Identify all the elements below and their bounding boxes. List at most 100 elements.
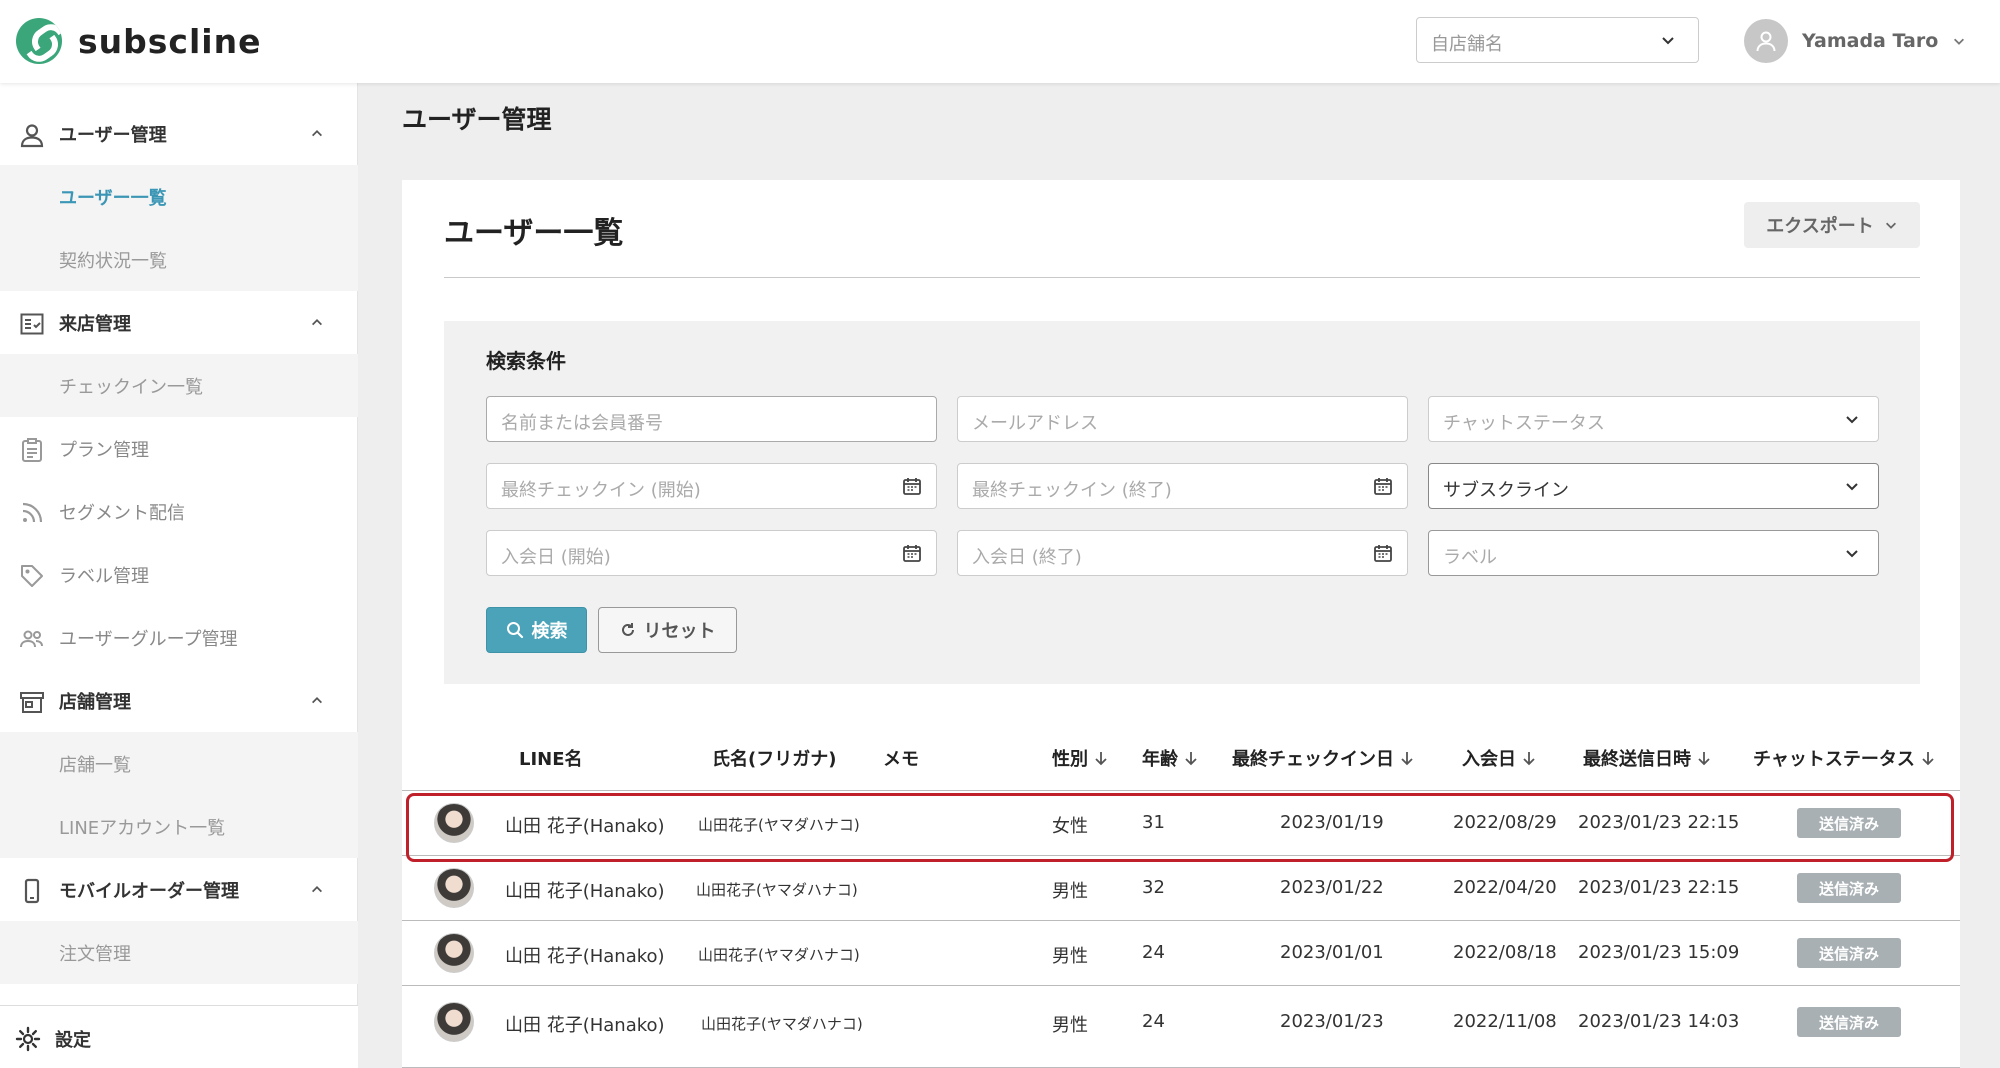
sidebar-item-user-group-management[interactable]: ユーザーグループ管理 (0, 606, 358, 669)
group-icon (20, 630, 43, 648)
sidebar-item-segment-delivery[interactable]: セグメント配信 (0, 480, 358, 543)
user-avatar (434, 933, 474, 973)
column-header-label: 最終チェックイン日 (1232, 749, 1394, 770)
cell-age: 24 (1142, 942, 1165, 963)
calendar-icon[interactable] (1373, 543, 1393, 563)
sidebar-section-visit-management[interactable]: 来店管理 (0, 291, 358, 354)
column-header-chat-status[interactable]: チャットステータス (1753, 745, 1935, 771)
cell-last-checkin: 2023/01/01 (1280, 942, 1384, 963)
cell-line-name: 山田 花子(Hanako) (505, 946, 665, 967)
sidebar-section-mobile-order[interactable]: モバイルオーダー管理 (0, 858, 358, 921)
search-button[interactable]: 検索 (486, 607, 587, 653)
chevron-up-icon (312, 130, 322, 137)
user-list-card: ユーザー一覧 エクスポート 検索条件 名前または会員番号 メールアドレス チャッ… (402, 180, 1960, 1068)
table-row[interactable]: 山田 花子(Hanako) 山田花子(ヤマダハナコ) 男性 24 2023/01… (402, 921, 1960, 986)
column-header-full-name: 氏名(フリガナ) (712, 745, 836, 771)
sidebar-item-user-list[interactable]: ユーザー一覧 (0, 165, 358, 228)
status-badge: 送信済み (1797, 938, 1901, 968)
store-select-placeholder: 自店舗名 (1431, 34, 1503, 55)
join-date-start-input[interactable]: 入会日 (開始) (486, 530, 937, 576)
table-row[interactable]: 山田 花子(Hanako) 山田花子(ヤマダハナコ) 男性 32 2023/01… (402, 856, 1960, 921)
chevron-down-icon (1846, 416, 1858, 424)
column-header-last-checkin[interactable]: 最終チェックイン日 (1232, 745, 1414, 771)
chevron-up-icon (312, 319, 322, 326)
column-header-label: メモ (883, 749, 919, 770)
sidebar-section-store-management[interactable]: 店舗管理 (0, 669, 358, 732)
sidebar-item-label: 契約状況一覧 (59, 250, 167, 272)
sidebar-item-order-management[interactable]: 注文管理 (0, 921, 358, 984)
status-badge: 送信済み (1797, 808, 1901, 838)
card-title: ユーザー一覧 (444, 216, 624, 251)
column-header-join-date[interactable]: 入会日 (1462, 745, 1536, 771)
calendar-icon[interactable] (902, 543, 922, 563)
cell-join-date: 2022/08/18 (1453, 942, 1557, 963)
cell-full-name: 山田花子(ヤマダハナコ) (698, 816, 860, 834)
chevron-up-icon (312, 886, 322, 893)
sort-arrow-down-icon (1698, 752, 1710, 766)
sidebar-section-label: 店舗管理 (59, 691, 131, 713)
sidebar-item-settings[interactable]: 設定 (0, 1005, 358, 1068)
last-checkin-end-input[interactable]: 最終チェックイン (終了) (957, 463, 1408, 509)
sidebar-item-label-management[interactable]: ラベル管理 (0, 543, 358, 606)
email-input[interactable]: メールアドレス (957, 396, 1408, 442)
cell-full-name: 山田花子(ヤマダハナコ) (696, 881, 858, 899)
chat-status-select[interactable]: チャットステータス (1428, 396, 1879, 442)
cell-gender: 男性 (1052, 946, 1088, 967)
sidebar-section-user-management[interactable]: ユーザー管理 (0, 102, 358, 165)
input-placeholder: 入会日 (終了) (972, 547, 1082, 568)
store-icon (20, 692, 44, 713)
export-button[interactable]: エクスポート (1744, 202, 1920, 248)
chevron-up-icon (312, 697, 322, 704)
user-menu[interactable]: Yamada Taro (1744, 19, 1966, 63)
top-header: subscline 自店舗名 Yamada Taro (0, 0, 2000, 83)
column-header-gender[interactable]: 性別 (1052, 745, 1108, 771)
cell-age: 32 (1142, 877, 1165, 898)
sidebar-item-checkin-list[interactable]: チェックイン一覧 (0, 354, 358, 417)
column-header-label: 氏名(フリガナ) (712, 749, 837, 770)
cell-full-name: 山田花子(ヤマダハナコ) (698, 946, 860, 964)
name-or-member-number-input[interactable]: 名前または会員番号 (486, 396, 937, 442)
sidebar-item-line-account-list[interactable]: LINEアカウント一覧 (0, 795, 358, 858)
table-row[interactable]: 山田 花子(Hanako) 山田花子(ヤマダハナコ) 男性 24 2023/01… (402, 986, 1960, 1068)
clipboard-icon (22, 438, 42, 462)
search-icon (506, 622, 523, 639)
input-placeholder: 名前または会員番号 (501, 413, 663, 434)
column-header-label: 性別 (1052, 749, 1088, 770)
column-header-memo: メモ (883, 745, 919, 771)
column-header-label: LINE名 (519, 749, 583, 770)
sidebar-item-contract-status[interactable]: 契約状況一覧 (0, 228, 358, 291)
column-header-label: チャットステータス (1753, 749, 1915, 770)
reset-button[interactable]: リセット (598, 607, 737, 653)
cell-join-date: 2022/04/20 (1453, 877, 1557, 898)
select-value: サブスクライン (1443, 480, 1569, 501)
column-header-age[interactable]: 年齢 (1142, 745, 1198, 771)
column-header-last-sent[interactable]: 最終送信日時 (1583, 745, 1711, 771)
cell-gender: 女性 (1052, 816, 1088, 837)
label-select[interactable]: ラベル (1428, 530, 1879, 576)
join-date-end-input[interactable]: 入会日 (終了) (957, 530, 1408, 576)
sort-arrow-down-icon (1185, 752, 1197, 766)
reset-button-label: リセット (643, 621, 716, 642)
cell-line-name: 山田 花子(Hanako) (505, 1015, 665, 1036)
sort-arrow-down-icon (1523, 752, 1535, 766)
store-select[interactable]: 自店舗名 (1416, 17, 1699, 63)
table-row[interactable]: 山田 花子(Hanako) 山田花子(ヤマダハナコ) 女性 31 2023/01… (402, 791, 1960, 862)
sort-arrow-down-icon (1922, 752, 1934, 766)
cell-join-date: 2022/08/29 (1453, 812, 1557, 833)
calendar-icon[interactable] (1373, 476, 1393, 496)
sidebar-item-store-list[interactable]: 店舗一覧 (0, 732, 358, 795)
status-badge: 送信済み (1797, 1007, 1901, 1037)
column-header-line-name: LINE名 (519, 745, 583, 771)
select-placeholder: ラベル (1443, 547, 1497, 568)
sidebar-item-label: ラベル管理 (59, 565, 149, 587)
input-placeholder: 最終チェックイン (終了) (972, 480, 1172, 501)
cell-last-sent: 2023/01/23 15:09 (1578, 942, 1740, 963)
cell-last-checkin: 2023/01/23 (1280, 1011, 1384, 1032)
calendar-icon[interactable] (902, 476, 922, 496)
sidebar-item-plan-management[interactable]: プラン管理 (0, 417, 358, 480)
last-checkin-start-input[interactable]: 最終チェックイン (開始) (486, 463, 937, 509)
sort-arrow-down-icon (1401, 752, 1413, 766)
line-account-select[interactable]: サブスクライン (1428, 463, 1879, 509)
sidebar-section-label: 来店管理 (59, 313, 131, 335)
brand-logo[interactable]: subscline (16, 18, 261, 64)
